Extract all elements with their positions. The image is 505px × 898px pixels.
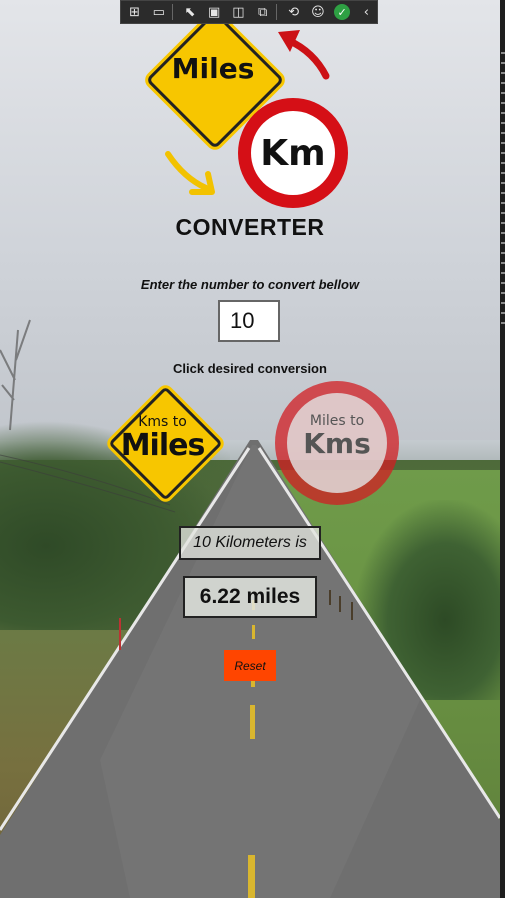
miles-sign-text: Miles <box>171 52 255 85</box>
collapse-toolbar-icon[interactable]: ‹ <box>356 2 377 22</box>
device-toolbar-icon[interactable]: ▭ <box>148 2 169 22</box>
toolbar-separator <box>172 4 174 20</box>
binding-ok-icon[interactable]: ✓ <box>332 2 353 22</box>
reset-button[interactable]: Reset <box>224 650 276 681</box>
check-icon: ✓ <box>334 4 351 20</box>
km-sign-logo: Km <box>238 98 348 208</box>
live-tree-icon[interactable]: ⊞ <box>124 2 145 22</box>
debug-toolbar: ⊞ ▭ ⬉ ▣ ◫ ⧉ ⟲ ☺ ✓ ‹ <box>120 0 378 24</box>
km-sign-inner: Km <box>251 111 335 195</box>
km-sign-text: Km <box>260 132 326 174</box>
app-window: Miles Km CONVERTER Enter the number to c… <box>0 0 500 898</box>
red-curved-arrow-icon <box>278 30 330 80</box>
hot-reload-icon[interactable]: ⧉ <box>252 2 273 22</box>
miles-to-kms-button[interactable]: Miles to Kms <box>275 381 399 505</box>
result-label: 10 Kilometers is <box>179 526 321 560</box>
number-input[interactable] <box>218 300 280 342</box>
kms-to-miles-button[interactable]: Kms to Miles <box>108 386 223 501</box>
page-title: CONVERTER <box>175 214 325 240</box>
miles-to-kms-line2: Kms <box>303 427 371 460</box>
binding-failures-icon[interactable]: ⟲ <box>283 2 304 22</box>
accessibility-checker-icon[interactable]: ☺ <box>307 2 328 22</box>
toolbar-separator <box>276 4 278 20</box>
result-value: 6.22 miles <box>183 576 317 618</box>
conversion-prompt: Click desired conversion <box>173 361 327 376</box>
track-focused-element-icon[interactable]: ◫ <box>228 2 249 22</box>
input-prompt: Enter the number to convert bellow <box>140 277 360 292</box>
select-element-icon[interactable]: ⬉ <box>179 2 200 22</box>
adjacent-window-text <box>501 48 505 328</box>
yellow-curved-arrow-icon <box>165 151 215 195</box>
kms-to-miles-line2: Miles <box>120 428 206 463</box>
display-layout-adorners-icon[interactable]: ▣ <box>204 2 225 22</box>
